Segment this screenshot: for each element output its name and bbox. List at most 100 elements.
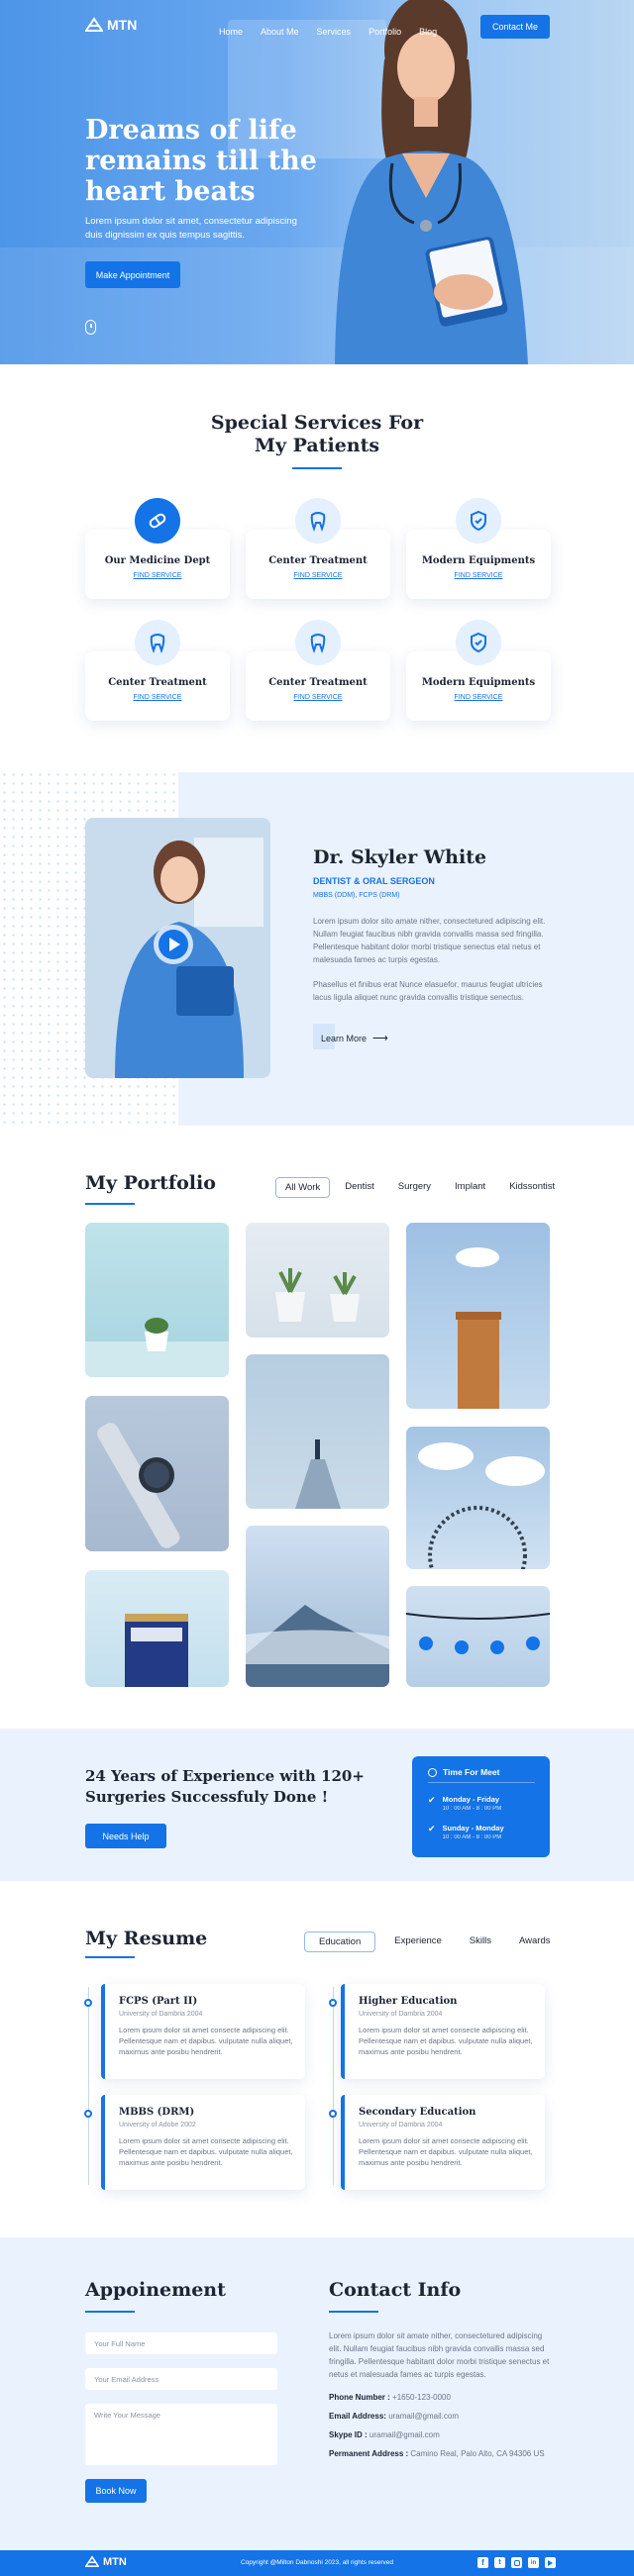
contact-value[interactable]: uramail@gmail.com <box>388 2412 459 2421</box>
services-underline <box>292 467 342 469</box>
portfolio-item[interactable] <box>85 1570 229 1687</box>
portfolio-item[interactable] <box>406 1427 550 1569</box>
timeline-dot <box>84 1999 92 2007</box>
portfolio-item[interactable] <box>85 1223 229 1377</box>
contact-info-list: Phone Number : +1650-123-0000 Email Addr… <box>329 2391 567 2460</box>
find-service-link[interactable]: FIND SERVICE <box>406 572 551 579</box>
resume-card-title: Higher Education <box>359 1996 458 2007</box>
scroll-mouse-icon[interactable] <box>85 320 96 335</box>
resume-card: Secondary Education University of Dambri… <box>341 2095 545 2190</box>
find-service-link[interactable]: FIND SERVICE <box>85 572 230 579</box>
hero-subtitle: Lorem ipsum dolor sit amet, consectetur … <box>85 215 297 243</box>
twitter-icon[interactable]: t <box>494 2557 505 2568</box>
tab-education[interactable]: Education <box>304 1932 376 1952</box>
resume-card-title: Secondary Education <box>359 2107 476 2118</box>
contact-me-button[interactable]: Contact Me <box>480 15 550 39</box>
tab-kidssontist[interactable]: Kidssontist <box>500 1177 564 1198</box>
make-appointment-button[interactable]: Make Appointment <box>85 261 180 288</box>
facebook-icon[interactable]: f <box>477 2557 488 2568</box>
contact-label: Permanent Address : <box>329 2449 409 2458</box>
services-title-line: Special Services For <box>210 412 424 434</box>
tab-all-work[interactable]: All Work <box>275 1177 331 1198</box>
needs-help-button[interactable]: Needs Help <box>85 1824 166 1848</box>
tab-implant[interactable]: Implant <box>446 1177 494 1198</box>
resume-card-title: FCPS (Part II) <box>119 1996 198 2007</box>
portfolio-item[interactable] <box>406 1586 550 1687</box>
doctor-paragraph-1: Lorem ipsum dolor sito amate nither, con… <box>313 917 546 964</box>
pill-icon <box>135 498 180 544</box>
portfolio-image-watch <box>97 1423 180 1548</box>
book-now-button[interactable]: Book Now <box>85 2479 147 2503</box>
portfolio-tabs: All Work Dentist Surgery Implant Kidsson… <box>275 1177 564 1198</box>
footer: MTN Copyright @Milton Dabnoshi 2023, all… <box>0 2550 634 2576</box>
contact-text: Lorem ipsum dolor sit amate nither, cons… <box>329 2331 550 2379</box>
portfolio-image-bulbs <box>406 1613 550 1654</box>
name-field[interactable]: Your Full Name <box>85 2332 277 2354</box>
nav-about[interactable]: About Me <box>261 27 299 37</box>
tab-awards[interactable]: Awards <box>510 1932 560 1952</box>
contact-value[interactable]: uramail@gmail.com <box>370 2430 440 2439</box>
resume-card-desc: Lorem ipsum dolor sit amet consecte adip… <box>359 2136 533 2167</box>
hours-title: Time For Meet <box>443 1767 500 1777</box>
doctor-degrees: MBBS (DDM), FCPS (DRM) <box>313 892 400 899</box>
nav-home[interactable]: Home <box>219 27 243 37</box>
hero-title-line: remains till the <box>85 146 317 176</box>
find-service-link[interactable]: FIND SERVICE <box>85 694 230 701</box>
social-links: f t in <box>472 2557 556 2568</box>
contact-value: Camino Real, Palo Alto, CA 94306 US <box>410 2449 545 2458</box>
portfolio-item[interactable] <box>246 1354 389 1509</box>
nav-blog[interactable]: Blog <box>419 27 437 37</box>
brand-logo[interactable]: MTN <box>85 17 137 33</box>
check-icon: ✔ <box>428 1824 436 1833</box>
timeline-dot <box>329 2110 337 2118</box>
service-card-title: Modern Equipments <box>421 555 536 566</box>
portfolio-image-pier <box>295 1439 341 1509</box>
portfolio-item[interactable] <box>85 1396 229 1551</box>
nav-services[interactable]: Services <box>317 27 352 37</box>
tooth-icon <box>135 620 180 665</box>
hours-row: ✔ Monday - Friday 10 : 00 AM - 8 : 00 PM <box>428 1795 501 1812</box>
portfolio-item[interactable] <box>406 1223 550 1409</box>
timeline-line <box>88 1987 89 2185</box>
video-play-button[interactable] <box>154 925 193 964</box>
tab-experience[interactable]: Experience <box>385 1932 451 1952</box>
check-icon: ✔ <box>428 1795 436 1805</box>
find-service-link[interactable]: FIND SERVICE <box>406 694 551 701</box>
resume-card: MBBS (DRM) University of Adobe 2002 Lore… <box>101 2095 305 2190</box>
hero-doctor-image <box>335 0 528 364</box>
tab-skills[interactable]: Skills <box>461 1932 500 1952</box>
tab-dentist[interactable]: Dentist <box>336 1177 383 1198</box>
service-card-title: Center Treatment <box>268 555 368 566</box>
resume-tabs: Education Experience Skills Awards <box>304 1932 559 1952</box>
find-service-link[interactable]: FIND SERVICE <box>246 572 390 579</box>
instagram-icon[interactable] <box>511 2557 522 2568</box>
resume-card-sub: University of Adobe 2002 <box>119 2122 196 2129</box>
youtube-icon[interactable] <box>545 2557 556 2568</box>
hours-day: Monday - Friday <box>442 1795 500 1804</box>
portfolio-item[interactable] <box>246 1526 389 1687</box>
learn-more-button[interactable]: Learn More ⟶ <box>321 1032 388 1044</box>
portfolio-image-building <box>125 1614 188 1687</box>
linkedin-icon[interactable]: in <box>528 2557 539 2568</box>
contact-row-address: Permanent Address : Camino Real, Palo Al… <box>329 2447 567 2460</box>
resume-card-desc: Lorem ipsum dolor sit amet consecte adip… <box>119 2026 293 2056</box>
service-card-title: Center Treatment <box>108 677 207 688</box>
email-field[interactable]: Your Email Address <box>85 2368 277 2390</box>
contact-row-skype: Skype ID : uramail@gmail.com <box>329 2428 567 2441</box>
contact-row-email: Email Address: uramail@gmail.com <box>329 2410 567 2423</box>
portfolio-item[interactable] <box>246 1223 389 1338</box>
timeline-dot <box>329 1999 337 2007</box>
hero-subtitle-line: Lorem ipsum dolor sit amet, consectetur … <box>85 216 297 227</box>
message-field[interactable]: Write Your Message <box>85 2404 277 2465</box>
shield-icon <box>456 498 501 544</box>
service-card-title: Modern Equipments <box>421 677 536 688</box>
appointment-title: Appoinement <box>85 2279 226 2301</box>
contact-value[interactable]: +1650-123-0000 <box>392 2393 451 2402</box>
resume-card-sub: University of Dambria 2004 <box>359 2011 443 2018</box>
tab-surgery[interactable]: Surgery <box>389 1177 440 1198</box>
nav-portfolio[interactable]: Portfolio <box>369 27 401 37</box>
find-service-link[interactable]: FIND SERVICE <box>246 694 390 701</box>
experience-title-line: 24 Years of Experience with 120+ <box>85 1767 365 1785</box>
hours-row: ✔ Sunday - Monday 10 : 00 AM - 8 : 00 PM <box>428 1824 504 1840</box>
contact-underline <box>329 2311 378 2313</box>
